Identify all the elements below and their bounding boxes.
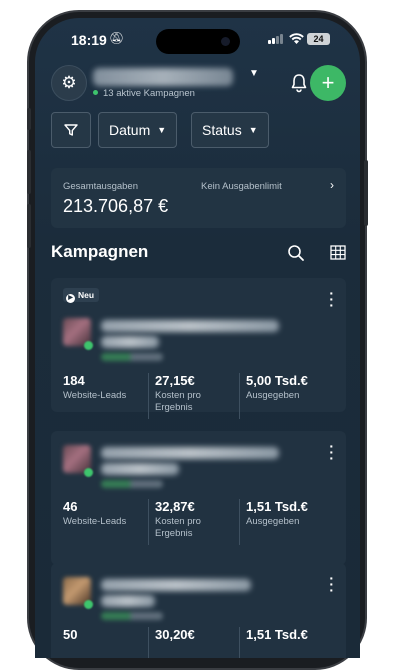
phone-side-button	[27, 150, 31, 194]
filter-button[interactable]	[51, 112, 91, 148]
campaign-metrics: 184 Website-Leads 27,15€ Kosten pro Erge…	[51, 373, 346, 419]
active-campaigns-label: 13 aktive Kampagnen	[103, 88, 195, 99]
date-filter-label: Datum	[109, 122, 151, 138]
battery-icon: 24	[307, 33, 330, 45]
metric-results: 184 Website-Leads	[63, 373, 147, 419]
section-title: Kampagnen	[51, 242, 149, 261]
account-header: ⚙ ▼ 13 aktive Kampagnen +	[51, 64, 346, 104]
campaign-name-blurred	[101, 447, 279, 459]
campaign-metrics: 50 30,20€ 1,51 Tsd.€	[51, 627, 346, 658]
phone-power-button	[364, 160, 368, 226]
campaign-status-blurred	[101, 612, 163, 620]
status-filter-label: Status	[202, 122, 242, 138]
new-badge-label: Neu	[78, 290, 95, 300]
campaign-status-blurred	[101, 353, 163, 361]
campaign-name-blurred	[101, 595, 155, 607]
metric-label: Kosten pro Ergebnis	[155, 516, 201, 539]
search-icon[interactable]	[287, 244, 305, 262]
table-view-icon[interactable]	[330, 245, 346, 260]
app-screen: 18:19 🔕︎ 24 ⚙ ▼ 13 aktive Kampagnen + Da…	[35, 18, 360, 658]
campaign-card[interactable]: · · · 46 Website-Leads 32,87€ Kosten pro E…	[51, 431, 346, 565]
campaign-metrics: 46 Website-Leads 32,87€ Kosten pro Ergeb…	[51, 499, 346, 545]
date-filter-dropdown[interactable]: Datum ▼	[98, 112, 178, 148]
metric-label: Ausgegeben	[246, 390, 300, 401]
metric-cost-per-result: 27,15€ Kosten pro Ergebnis	[148, 373, 236, 419]
status-bar: 18:19 🔕︎ 24	[35, 18, 360, 58]
metric-spent: 5,00 Tsd.€ Ausgegeben	[239, 373, 331, 419]
chevron-down-icon: ▼	[248, 125, 258, 135]
campaign-card[interactable]: · · · 50 30,20€ 1,51 Tsd.€	[51, 563, 346, 658]
signal-icon	[268, 34, 284, 44]
active-campaigns-count: 13 aktive Kampagnen	[93, 88, 195, 99]
metric-cost-per-result: 32,87€ Kosten pro Ergebnis	[148, 499, 236, 545]
metric-value: 5,00 Tsd.€	[246, 373, 308, 388]
account-name-blurred[interactable]	[93, 68, 233, 86]
more-options-icon[interactable]: · · ·	[329, 571, 334, 597]
metric-cost-per-result: 30,20€	[148, 627, 236, 658]
gear-icon[interactable]: ⚙	[51, 65, 87, 101]
active-status-dot	[84, 468, 93, 477]
metric-value: 184	[63, 373, 85, 388]
metric-value: 27,15€	[155, 373, 195, 388]
chevron-right-icon[interactable]: ›	[330, 178, 334, 192]
chevron-down-icon[interactable]: ▼	[249, 68, 259, 79]
campaign-name-blurred	[101, 579, 251, 591]
metric-label: Kosten pro Ergebnis	[155, 390, 201, 413]
campaign-name-blurred	[101, 463, 179, 475]
active-dot	[93, 90, 98, 95]
metric-spent: 1,51 Tsd.€ Ausgegeben	[239, 499, 331, 545]
status-time: 18:19	[71, 32, 107, 48]
metric-results: 50	[63, 627, 147, 658]
dynamic-island	[156, 29, 240, 54]
active-status-dot	[84, 600, 93, 609]
metric-label: Website-Leads	[63, 516, 127, 527]
metric-results: 46 Website-Leads	[63, 499, 147, 545]
wifi-icon	[289, 33, 304, 44]
metric-value: 1,51 Tsd.€	[246, 499, 308, 514]
silent-mode-icon: 🔕︎	[109, 31, 125, 45]
status-filter-dropdown[interactable]: Status ▼	[191, 112, 269, 148]
metric-label: Website-Leads	[63, 390, 127, 401]
metric-value: 32,87€	[155, 499, 195, 514]
phone-side-button	[27, 204, 31, 248]
metric-label: Ausgegeben	[246, 516, 300, 527]
phone-side-button	[27, 108, 31, 130]
campaign-name-blurred	[101, 336, 159, 348]
campaign-name-blurred	[101, 320, 279, 332]
add-campaign-button[interactable]: +	[310, 65, 346, 101]
more-options-icon[interactable]: · · ·	[329, 286, 334, 312]
metric-value: 46	[63, 499, 78, 514]
spend-summary-card[interactable]: Gesamtausgaben Kein Ausgabenlimit › 213.…	[51, 168, 346, 228]
chevron-down-icon: ▼	[157, 125, 167, 135]
camera-icon	[221, 37, 230, 46]
campaign-status-blurred	[101, 480, 163, 488]
bell-icon[interactable]	[288, 72, 310, 94]
filter-icon	[64, 124, 78, 136]
campaigns-section-header: Kampagnen	[51, 242, 346, 268]
total-spend-label: Gesamtausgaben	[63, 181, 138, 192]
active-status-dot	[84, 341, 93, 350]
total-spend-amount: 213.706,87 €	[63, 196, 169, 216]
more-options-icon[interactable]: · · ·	[329, 439, 334, 465]
metric-spent: 1,51 Tsd.€	[239, 627, 331, 658]
new-badge: ▶ Neu	[63, 288, 100, 303]
new-icon: ▶	[66, 294, 75, 303]
campaign-card[interactable]: ▶ Neu · · · 184 Website-Leads 27,15€ Kosten…	[51, 278, 346, 419]
spend-limit-label: Kein Ausgabenlimit	[201, 181, 282, 192]
